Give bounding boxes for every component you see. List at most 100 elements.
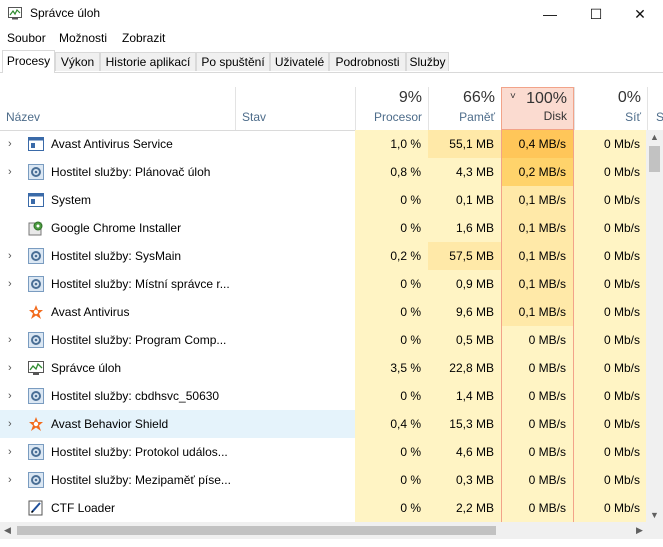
process-name-cell[interactable]: › Hostitel služby: Místní správce r... [0,270,355,298]
expand-chevron-icon[interactable]: › [8,250,18,262]
disk-value: 0,1 MB/s [501,242,574,270]
tab-startup[interactable]: Po spuštění [196,52,270,71]
memory-value: 4,6 MB [428,438,501,466]
process-row[interactable]: › Hostitel služby: cbdhsvc_50630 0 % 1,4 MB… [0,382,650,410]
menu-options[interactable]: Možnosti [59,31,107,45]
network-value: 0 Mb/s [574,410,647,438]
column-memory-label: Paměť [459,110,495,124]
expand-chevron-icon[interactable]: › [8,390,18,402]
network-value: 0 Mb/s [574,326,647,354]
process-name-cell[interactable]: › Avast Antivirus Service [0,130,355,158]
process-name-cell[interactable]: › Hostitel služby: Program Comp... [0,326,355,354]
expand-chevron-icon[interactable]: › [8,474,18,486]
process-name-cell[interactable]: › Hostitel služby: Protokol událos... [0,438,355,466]
scroll-up-icon[interactable]: ▲ [650,132,659,142]
process-row[interactable]: › Hostitel služby: SysMain 0,2 % 57,5 MB 0,1… [0,242,650,270]
process-name-cell[interactable]: Google Chrome Installer [0,214,355,242]
cpu-value: 0 % [355,186,428,214]
expand-chevron-icon[interactable]: › [8,334,18,346]
process-row[interactable]: › Hostitel služby: Plánovač úloh 0,8 % 4,3 … [0,158,650,186]
tab-performance[interactable]: Výkon [55,52,100,71]
vertical-scrollbar[interactable]: ▲ ▼ [646,130,663,522]
process-name: Google Chrome Installer [51,221,182,235]
network-value: 0 Mb/s [574,382,647,410]
expand-chevron-icon[interactable]: › [8,138,18,150]
process-name: Hostitel služby: Mezipaměť píse... [51,473,231,487]
column-disk[interactable]: ˅ 100% Disk [501,87,574,130]
disk-value: 0,2 MB/s [501,158,574,186]
horizontal-scrollbar[interactable]: ◀ ▶ [0,522,663,539]
tab-users[interactable]: Uživatelé [270,52,329,71]
process-list: › Avast Antivirus Service 1,0 % 55,1 MB 0,4 … [0,130,650,522]
process-name-cell[interactable]: › Hostitel služby: SysMain [0,242,355,270]
column-status[interactable]: Stav [235,87,355,130]
scroll-left-icon[interactable]: ◀ [4,525,11,536]
network-value: 0 Mb/s [574,214,647,242]
gear-icon [28,276,44,292]
disk-value: 0 MB/s [501,354,574,382]
memory-value: 15,3 MB [428,410,501,438]
close-button[interactable]: ✕ [617,0,663,28]
process-name-cell[interactable]: › Hostitel služby: Plánovač úloh [0,158,355,186]
process-name-cell[interactable]: System [0,186,355,214]
column-cpu[interactable]: 9% Procesor [355,87,428,130]
avast-icon [28,304,44,320]
horizontal-scroll-thumb[interactable] [17,526,496,535]
process-name-cell[interactable]: › Avast Behavior Shield [0,410,355,438]
process-name-cell[interactable]: CTF Loader [0,494,355,522]
process-name-cell[interactable]: › Hostitel služby: cbdhsvc_50630 [0,382,355,410]
process-name: CTF Loader [51,501,116,515]
memory-total: 66% [462,89,495,106]
expand-chevron-icon[interactable]: › [8,446,18,458]
column-name[interactable]: Název [0,87,235,130]
column-memory[interactable]: 66% Paměť [428,87,501,130]
gear-icon [28,472,44,488]
memory-value: 0,3 MB [428,466,501,494]
process-name: Avast Behavior Shield [51,417,169,431]
tab-services[interactable]: Služby [406,52,449,71]
memory-value: 0,1 MB [428,186,501,214]
process-name: Avast Antivirus Service [51,137,173,151]
process-row[interactable]: › Avast Antivirus Service 1,0 % 55,1 MB 0,4 … [0,130,650,158]
process-row[interactable]: Avast Antivirus 0 % 9,6 MB 0,1 MB/s 0 Mb/s [0,298,650,326]
process-row[interactable]: Google Chrome Installer 0 % 1,6 MB 0,1 MB/s… [0,214,650,242]
maximize-button[interactable]: ☐ [573,0,619,28]
tab-processes[interactable]: Procesy [2,50,55,73]
process-row[interactable]: › Hostitel služby: Mezipaměť píse... 0 % 0,… [0,466,650,494]
vertical-scroll-thumb[interactable] [649,146,660,172]
disk-value: 0 MB/s [501,438,574,466]
scroll-down-icon[interactable]: ▼ [650,510,659,520]
network-value: 0 Mb/s [574,186,647,214]
network-value: 0 Mb/s [574,438,647,466]
process-row[interactable]: CTF Loader 0 % 2,2 MB 0 MB/s 0 Mb/s [0,494,650,522]
process-name-cell[interactable]: › Správce úloh [0,354,355,382]
service-window-icon [28,192,44,208]
process-row[interactable]: › Hostitel služby: Program Comp... 0 % 0,5 … [0,326,650,354]
tab-app-history[interactable]: Historie aplikací [100,52,196,71]
process-row[interactable]: › Hostitel služby: Protokol událos... 0 % 4… [0,438,650,466]
minimize-button[interactable]: — [527,0,573,28]
disk-value: 0,1 MB/s [501,186,574,214]
disk-value: 0 MB/s [501,494,574,522]
process-row[interactable]: › Avast Behavior Shield 0,4 % 15,3 MB 0 MB/s… [0,410,650,438]
expand-chevron-icon[interactable]: › [8,166,18,178]
network-value: 0 Mb/s [574,270,647,298]
process-name: Hostitel služby: Program Comp... [51,333,227,347]
process-row[interactable]: System 0 % 0,1 MB 0,1 MB/s 0 Mb/s [0,186,650,214]
cpu-value: 0 % [355,438,428,466]
scroll-right-icon[interactable]: ▶ [636,525,643,536]
cpu-value: 0 % [355,326,428,354]
memory-value: 2,2 MB [428,494,501,522]
process-name-cell[interactable]: Avast Antivirus [0,298,355,326]
process-name-cell[interactable]: › Hostitel služby: Mezipaměť píse... [0,466,355,494]
expand-chevron-icon[interactable]: › [8,278,18,290]
process-row[interactable]: › Správce úloh 3,5 % 22,8 MB 0 MB/s 0 Mb/s [0,354,650,382]
expand-chevron-icon[interactable]: › [8,362,18,374]
tab-details[interactable]: Podrobnosti [329,52,406,71]
column-extra[interactable]: S [647,87,663,130]
menu-file[interactable]: Soubor [7,31,46,45]
menu-view[interactable]: Zobrazit [122,31,165,45]
expand-chevron-icon[interactable]: › [8,418,18,430]
process-row[interactable]: › Hostitel služby: Místní správce r... 0 %… [0,270,650,298]
column-network[interactable]: 0% Síť [574,87,647,130]
